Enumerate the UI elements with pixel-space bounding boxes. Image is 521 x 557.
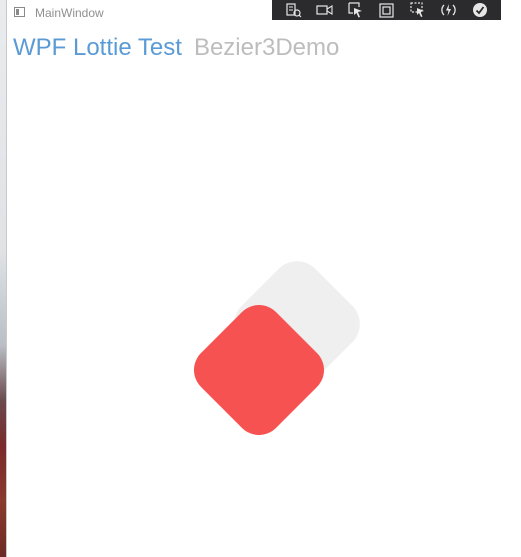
main-window: MainWindow WPF Lottie Test Bezier3Demo [6, 0, 517, 557]
check-circle-icon[interactable] [471, 2, 489, 18]
window-icon[interactable] [14, 7, 25, 17]
window-edge [516, 0, 521, 557]
video-camera-icon[interactable] [316, 2, 334, 18]
track-focus-icon[interactable] [409, 2, 427, 18]
hot-reload-icon[interactable] [440, 2, 458, 18]
red-rounded-square [193, 304, 325, 436]
app-title: WPF Lottie Test [13, 34, 182, 61]
xaml-debug-toolbar [272, 0, 501, 20]
lottie-animation [193, 261, 360, 436]
demo-title: Bezier3Demo [193, 34, 340, 61]
page-heading: WPF Lottie Test Bezier3Demo [13, 34, 339, 62]
live-visual-tree-icon[interactable] [285, 2, 303, 18]
display-layout-adorners-icon[interactable] [378, 2, 396, 18]
select-element-icon[interactable] [347, 2, 365, 18]
gray-rounded-square [234, 261, 360, 387]
window-title: MainWindow [35, 6, 104, 20]
screen: MainWindow WPF Lottie Test Bezier3Demo [0, 0, 521, 557]
